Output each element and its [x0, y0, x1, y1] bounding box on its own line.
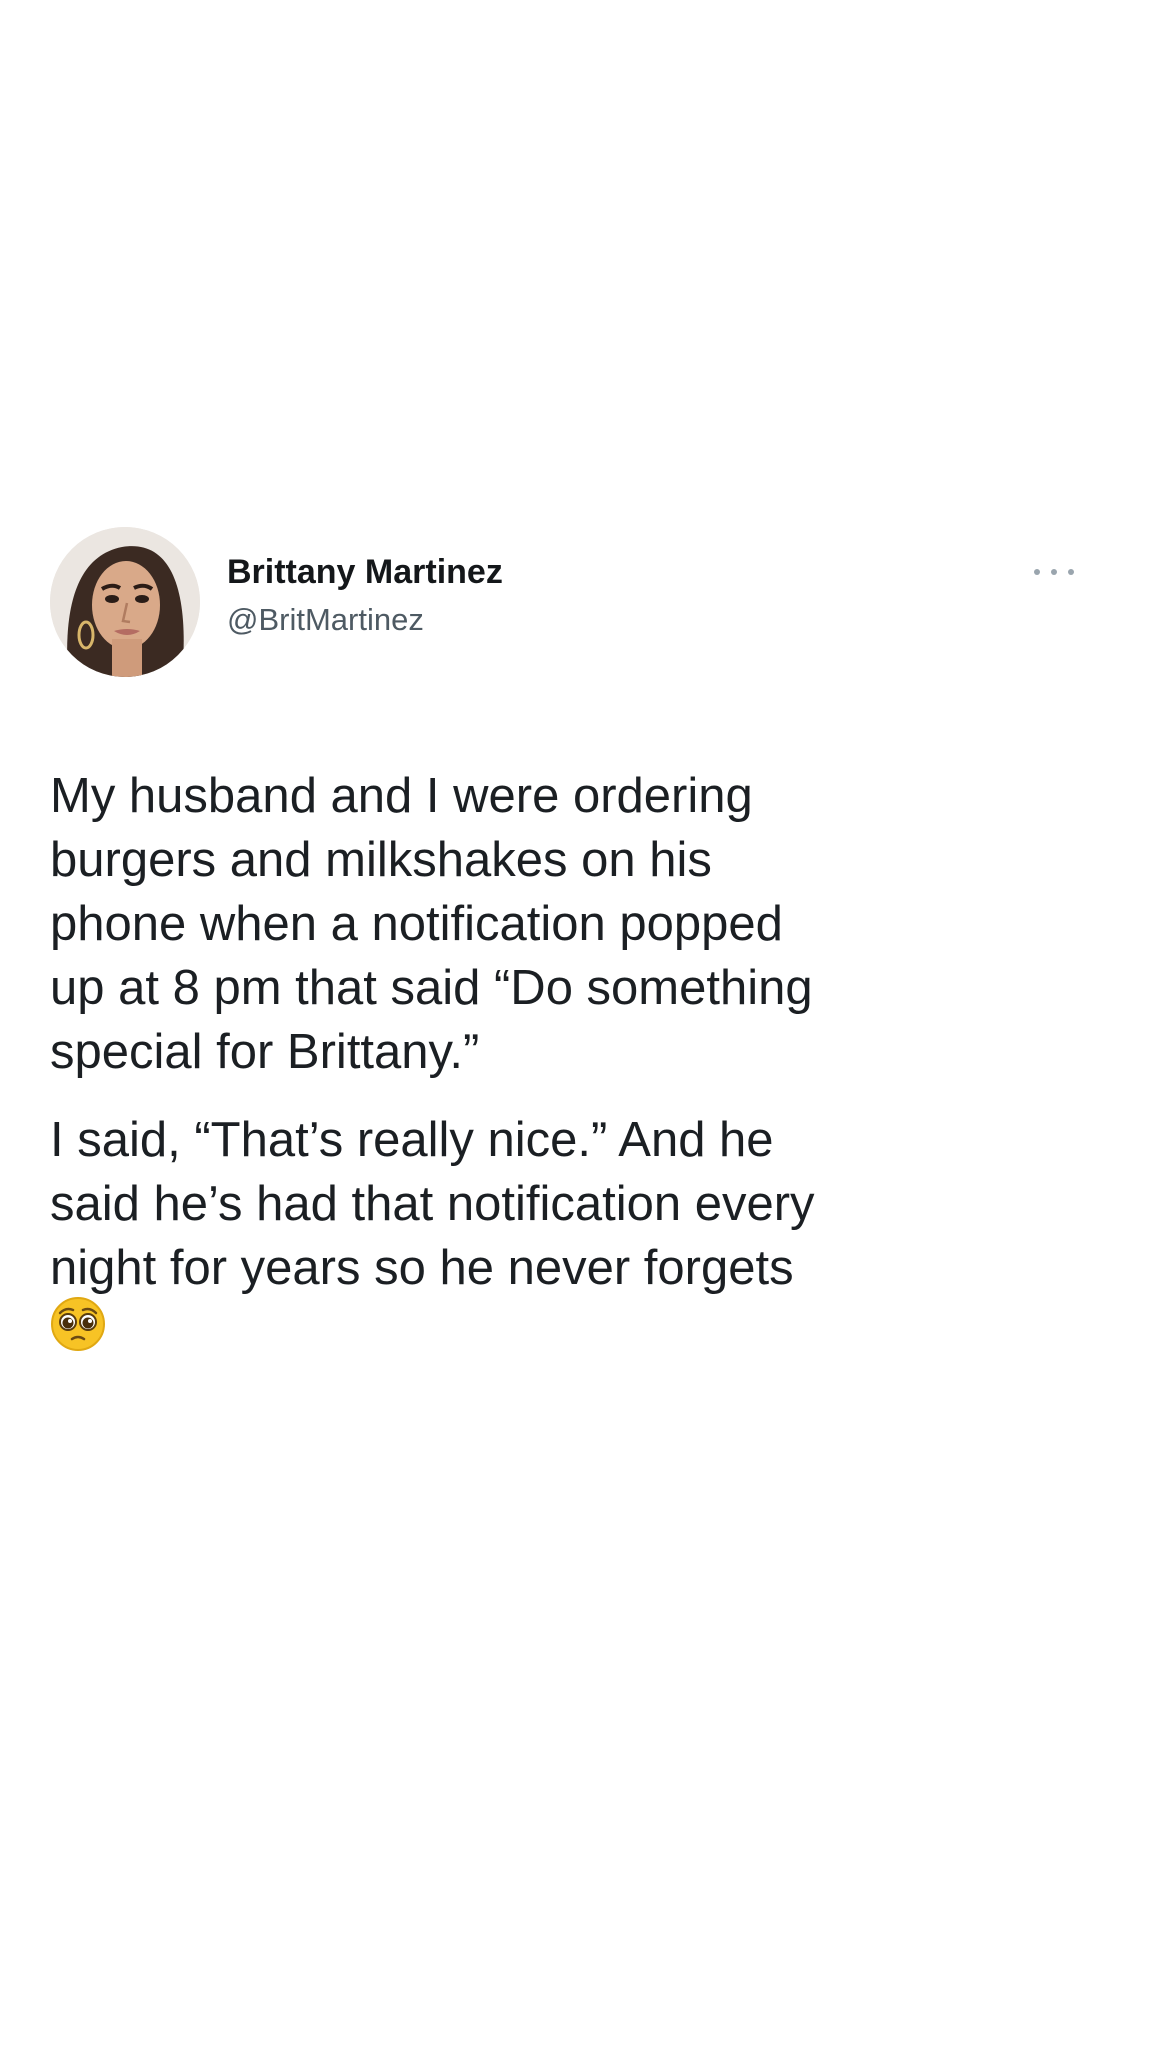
pleading-face-emoji-icon: [51, 1297, 105, 1351]
author-names: Brittany Martinez @BritMartinez: [227, 550, 503, 642]
profile-photo-icon: [50, 527, 200, 677]
tweet-header: Brittany Martinez @BritMartinez: [50, 522, 1080, 682]
tweet-paragraph: I said, “That’s really nice.” And he sai…: [50, 1113, 815, 1295]
tweet-card: Brittany Martinez @BritMartinez My husba…: [50, 522, 1080, 1360]
author-handle[interactable]: @BritMartinez: [227, 598, 503, 642]
more-horizontal-icon: [1051, 569, 1057, 575]
tweet-paragraph: My husband and I were ordering burgers a…: [50, 769, 813, 1079]
more-horizontal-icon: [1034, 569, 1040, 575]
more-options-button[interactable]: [1034, 560, 1074, 584]
emoji-line: [50, 1296, 1080, 1360]
more-horizontal-icon: [1068, 569, 1074, 575]
avatar[interactable]: [50, 527, 200, 677]
tweet-text: My husband and I were ordering burgers a…: [50, 764, 1080, 1360]
author-display-name[interactable]: Brittany Martinez: [227, 550, 503, 594]
